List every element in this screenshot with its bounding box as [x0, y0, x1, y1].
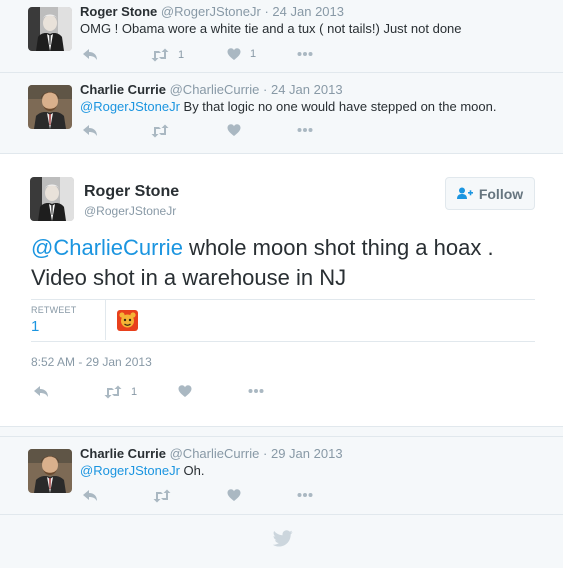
author-handle[interactable]: @CharlieCurrie [170, 82, 260, 97]
retweeter-avatar[interactable] [117, 310, 138, 331]
tweet-text: @CharlieCurrie whole moon shot thing a h… [31, 233, 551, 293]
avatar[interactable] [28, 85, 72, 129]
like-button[interactable]: 1 [227, 47, 256, 61]
heart-icon [227, 48, 241, 60]
heart-icon [227, 124, 241, 136]
like-button[interactable] [227, 123, 241, 137]
heart-icon [178, 385, 192, 397]
tweet-header: Charlie Currie @CharlieCurrie · 24 Jan 2… [80, 82, 343, 97]
retweet-stat-label: RETWEET [31, 305, 77, 315]
reply-button[interactable] [82, 123, 98, 137]
tweet-actions [82, 488, 322, 504]
twitter-bird-icon [272, 530, 293, 552]
reply-tweet[interactable]: Charlie Currie @CharlieCurrie · 24 Jan 2… [0, 78, 563, 152]
tweet-header: Charlie Currie @CharlieCurrie · 29 Jan 2… [80, 446, 343, 461]
retweet-icon [151, 124, 169, 138]
author-handle[interactable]: @RogerJStoneJr [84, 204, 176, 218]
follow-button[interactable]: Follow [445, 177, 535, 210]
retweet-icon [151, 48, 169, 62]
more-dots-icon [297, 493, 313, 497]
like-button[interactable] [227, 488, 241, 502]
tweet-time[interactable]: 24 Jan 2013 [272, 4, 344, 19]
retweet-icon [153, 489, 171, 503]
more-button[interactable] [297, 127, 313, 133]
retweet-button[interactable] [153, 488, 171, 504]
divider [0, 72, 563, 73]
avatar[interactable] [28, 7, 72, 51]
tweet-text: OMG ! Obama wore a white tie and a tux (… [80, 21, 462, 36]
divider [31, 299, 535, 300]
reply-tweet[interactable]: Roger Stone @RogerJStoneJr · 24 Jan 2013… [0, 0, 563, 72]
tweet-time[interactable]: 24 Jan 2013 [271, 82, 343, 97]
divider [0, 514, 563, 515]
tweet-time[interactable]: 29 Jan 2013 [271, 446, 343, 461]
reply-icon [83, 125, 97, 136]
divider [105, 300, 106, 340]
more-button[interactable] [297, 492, 313, 498]
author-name[interactable]: Charlie Currie [80, 82, 166, 97]
more-button[interactable] [297, 51, 313, 57]
tweet-actions: 1 [33, 384, 273, 400]
separator-dot: · [264, 4, 269, 19]
tweet-header: Roger Stone @RogerJStoneJr · 24 Jan 2013 [80, 4, 344, 19]
retweet-count: 1 [178, 49, 185, 61]
reply-button[interactable] [82, 47, 98, 61]
author-name[interactable]: Roger Stone [84, 183, 179, 201]
tweet-actions [82, 123, 322, 139]
avatar[interactable] [30, 177, 74, 221]
avatar[interactable] [28, 449, 72, 493]
retweet-button[interactable]: 1 [104, 384, 137, 400]
author-handle[interactable]: @CharlieCurrie [170, 446, 260, 461]
mention-link[interactable]: @CharlieCurrie [31, 235, 183, 260]
main-tweet: Roger Stone @RogerJStoneJr Follow @Charl… [0, 153, 563, 427]
reply-tweet[interactable]: Charlie Currie @CharlieCurrie · 29 Jan 2… [0, 442, 563, 514]
author-handle[interactable]: @RogerJStoneJr [161, 4, 261, 19]
follow-label: Follow [478, 185, 524, 202]
more-dots-icon [297, 52, 313, 56]
reply-button[interactable] [82, 488, 98, 502]
tweet-text: @RogerJStoneJr Oh. [80, 463, 204, 478]
retweet-icon [104, 385, 122, 399]
heart-icon [227, 489, 241, 501]
divider [0, 436, 563, 437]
author-name[interactable]: Charlie Currie [80, 446, 166, 461]
separator-dot: · [263, 446, 268, 461]
follow-person-icon [456, 187, 473, 199]
reply-icon [34, 386, 48, 397]
retweet-button[interactable]: 1 [151, 47, 184, 63]
retweet-count: 1 [131, 386, 138, 398]
divider [31, 341, 535, 342]
separator-dot: · [263, 82, 268, 97]
like-count: 1 [250, 48, 257, 60]
retweet-stat-count[interactable]: 1 [31, 318, 39, 335]
reply-icon [83, 490, 97, 501]
more-button[interactable] [248, 388, 264, 394]
reply-button[interactable] [33, 384, 49, 398]
retweet-button[interactable] [151, 123, 169, 139]
tweet-text: @RogerJStoneJr By that logic no one woul… [80, 99, 496, 114]
reply-icon [83, 49, 97, 60]
mention-link[interactable]: @RogerJStoneJr [80, 99, 180, 114]
tweet-body: Oh. [179, 463, 205, 478]
like-button[interactable] [178, 384, 192, 398]
more-dots-icon [297, 128, 313, 132]
author-name[interactable]: Roger Stone [80, 4, 157, 19]
tweet-timestamp[interactable]: 8:52 AM - 29 Jan 2013 [31, 355, 152, 369]
tweet-body: By that logic no one would have stepped … [179, 99, 497, 114]
tweet-actions: 1 1 [82, 47, 322, 63]
more-dots-icon [248, 389, 264, 393]
mention-link[interactable]: @RogerJStoneJr [80, 463, 180, 478]
